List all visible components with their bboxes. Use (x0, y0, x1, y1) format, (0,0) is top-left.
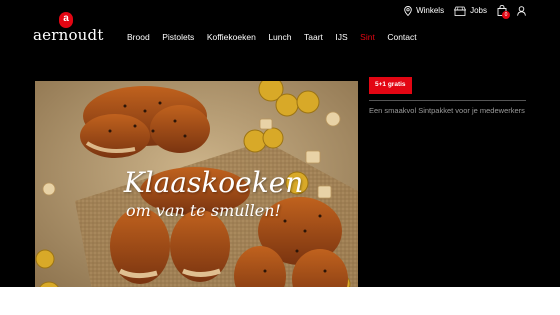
logo[interactable]: a aernoudt (33, 12, 104, 46)
nav-item-koffiekoeken[interactable]: Koffiekoeken (207, 32, 256, 42)
cart-count-badge: 0 (502, 11, 510, 19)
stores-label: Winkels (416, 6, 445, 15)
hero-image[interactable]: Klaaskoeken om van te smullen! (35, 81, 358, 306)
hero-title: Klaaskoeken (123, 166, 304, 199)
main-nav: Brood Pistolets Koffiekoeken Lunch Taart… (127, 32, 429, 42)
stores-link[interactable]: Winkels (404, 5, 445, 16)
nav-item-sint[interactable]: Sint (360, 32, 375, 42)
logo-text: aernoudt (33, 26, 104, 44)
promo-panel: 5+1 gratis Een smaakvol Sintpakket voor … (369, 73, 526, 117)
cart-button[interactable]: 0 (497, 5, 510, 19)
bakery-icon (454, 6, 467, 16)
user-icon (517, 5, 526, 16)
logo-letter: a (63, 13, 69, 24)
promo-badge: 5+1 gratis (369, 77, 412, 94)
utility-bar: Winkels Jobs 0 (404, 5, 526, 19)
nav-item-taart[interactable]: Taart (304, 32, 323, 42)
promo-link[interactable]: Een smaakvol Sintpakket voor je medewerk… (369, 105, 526, 117)
header: a aernoudt Winkels Jobs 0 Brood Pistolet… (0, 0, 560, 70)
nav-item-brood[interactable]: Brood (127, 32, 150, 42)
divider (369, 100, 526, 101)
content-area (0, 287, 560, 315)
nav-item-contact[interactable]: Contact (387, 32, 416, 42)
jobs-label: Jobs (470, 6, 487, 15)
nav-item-lunch[interactable]: Lunch (268, 32, 291, 42)
hero-subtitle: om van te smullen! (126, 201, 281, 220)
jobs-link[interactable]: Jobs (454, 6, 487, 16)
location-pin-icon (404, 5, 412, 16)
nav-item-ijs[interactable]: IJS (335, 32, 347, 42)
nav-item-pistolets[interactable]: Pistolets (162, 32, 194, 42)
account-button[interactable] (517, 5, 526, 16)
